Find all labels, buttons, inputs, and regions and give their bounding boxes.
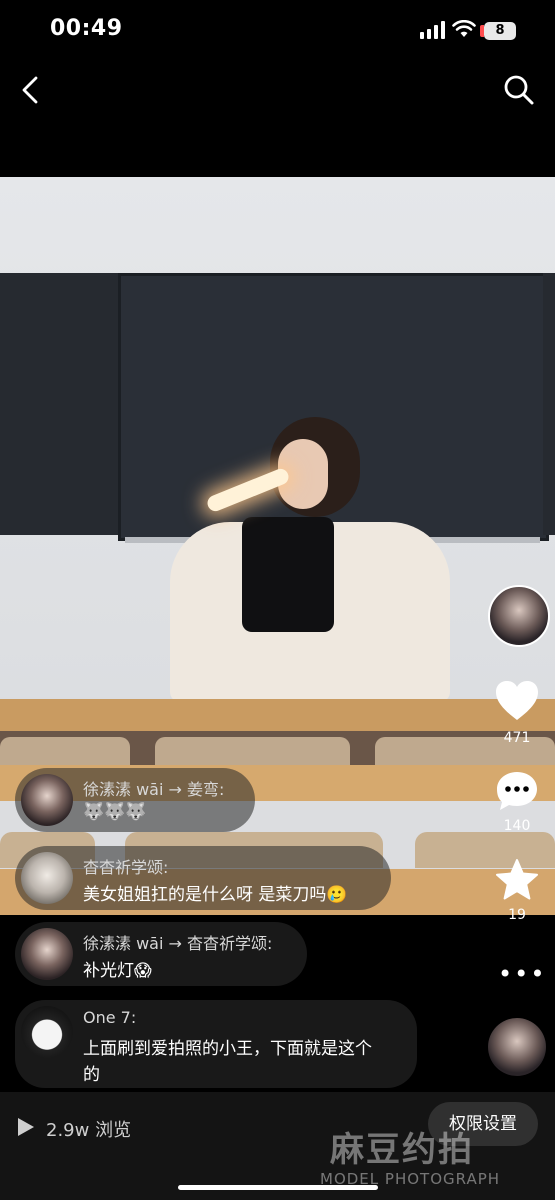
permission-settings-button[interactable]: 权限设置 <box>428 1102 538 1146</box>
photo-top <box>242 517 334 632</box>
commenter-avatar[interactable] <box>21 928 73 980</box>
wifi-icon <box>452 20 476 37</box>
comment-item[interactable]: 杳杳祈学颂: 美女姐姐扛的是什么呀 是菜刀吗🥲 <box>15 846 391 910</box>
commenter-avatar[interactable] <box>21 852 73 904</box>
top-bar <box>0 62 555 118</box>
chevron-left-icon[interactable] <box>16 72 46 108</box>
status-time: 00:49 <box>50 16 123 41</box>
commenter-name: 徐溸溸 wāi → 姜弯: <box>83 780 225 799</box>
current-user-avatar[interactable] <box>488 1018 546 1076</box>
comment-count: 140 <box>503 818 531 834</box>
like-count: 471 <box>503 730 531 746</box>
play-icon <box>18 1118 34 1136</box>
commenter-avatar[interactable] <box>21 774 73 826</box>
comment-text: 上面刷到爱拍照的小王，下面就是这个 <box>83 1039 372 1059</box>
comment-text: 🐺🐺🐺 <box>83 802 147 822</box>
commenter-name: 徐溸溸 wāi → 杳杳祈学颂: <box>83 934 273 953</box>
photo-blackboard-left <box>0 273 118 535</box>
comment-item[interactable]: 徐溸溸 wāi → 杳杳祈学颂: 补光灯😱 <box>15 922 307 986</box>
search-icon[interactable] <box>501 72 537 108</box>
comment-text-line2: 的 <box>83 1065 100 1085</box>
comment-item[interactable]: 徐溸溸 wāi → 姜弯: 🐺🐺🐺 <box>15 768 255 832</box>
battery-icon: 8 <box>480 22 516 40</box>
home-indicator[interactable] <box>178 1185 378 1190</box>
photo-blackboard-right <box>543 273 555 535</box>
commenter-name: 杳杳祈学颂: <box>83 858 169 877</box>
comment-text: 美女姐姐扛的是什么呀 是菜刀吗🥲 <box>83 885 348 905</box>
comment-item[interactable]: One 7: 上面刷到爱拍照的小王，下面就是这个 的 <box>15 1000 417 1088</box>
commenter-avatar[interactable] <box>21 1006 73 1058</box>
comment-icon[interactable] <box>495 770 539 812</box>
author-avatar[interactable] <box>488 585 550 647</box>
comment-text: 补光灯😱 <box>83 961 152 981</box>
bottom-bar: 2.9w 浏览 麻豆约拍 MODEL PHOTOGRAPH 权限设置 <box>0 1092 555 1200</box>
photo-chair <box>155 737 350 767</box>
photo-desk <box>0 699 555 731</box>
heart-icon[interactable] <box>495 680 539 722</box>
status-bar: 00:49 8 <box>0 0 555 62</box>
favorite-count: 19 <box>508 907 526 923</box>
photo-chair <box>0 737 130 767</box>
view-count: 2.9w 浏览 <box>46 1120 132 1141</box>
star-icon[interactable] <box>495 858 539 902</box>
more-icon[interactable]: ••• <box>498 960 546 988</box>
cellular-signal-icon <box>420 21 445 39</box>
commenter-name: One 7: <box>83 1008 137 1027</box>
